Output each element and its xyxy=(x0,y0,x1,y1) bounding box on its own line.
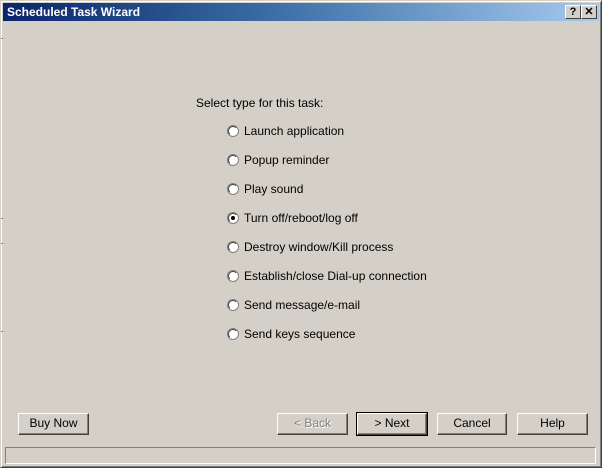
help-title-button[interactable]: ? xyxy=(565,5,581,19)
task-type-prompt: Select type for this task: xyxy=(196,96,324,110)
radio-unchecked-icon[interactable] xyxy=(227,328,239,340)
task-type-option-label: Popup reminder xyxy=(244,153,330,167)
task-type-option-label: Send keys sequence xyxy=(244,327,356,341)
help-button[interactable]: Help xyxy=(517,413,588,435)
cancel-button[interactable]: Cancel xyxy=(437,413,507,435)
buy-now-button[interactable]: Buy Now xyxy=(18,413,89,435)
wizard-window: Scheduled Task Wizard ? ✕ Select type fo… xyxy=(0,0,602,468)
back-button[interactable]: < Back xyxy=(277,413,348,435)
radio-unchecked-icon[interactable] xyxy=(227,299,239,311)
radio-unchecked-icon[interactable] xyxy=(227,241,239,253)
task-type-option-label: Play sound xyxy=(244,182,304,196)
close-title-button[interactable]: ✕ xyxy=(581,5,597,19)
task-type-option-label: Launch application xyxy=(244,124,345,138)
radio-checked-icon[interactable] xyxy=(227,212,239,224)
task-type-option-label: Destroy window/Kill process xyxy=(244,240,394,254)
left-edge-marks xyxy=(1,38,3,332)
title-bar[interactable]: Scheduled Task Wizard ? ✕ xyxy=(3,3,599,21)
radio-unchecked-icon[interactable] xyxy=(227,154,239,166)
radio-unchecked-icon[interactable] xyxy=(227,183,239,195)
task-type-option-label: Send message/e-mail xyxy=(244,298,361,312)
window-title: Scheduled Task Wizard xyxy=(7,5,141,19)
next-button[interactable]: > Next xyxy=(356,412,428,436)
status-bar xyxy=(5,447,596,464)
task-type-option-label: Turn off/reboot/log off xyxy=(244,211,358,225)
radio-unchecked-icon[interactable] xyxy=(227,270,239,282)
task-type-option-label: Establish/close Dial-up connection xyxy=(244,269,427,283)
radio-unchecked-icon[interactable] xyxy=(227,125,239,137)
